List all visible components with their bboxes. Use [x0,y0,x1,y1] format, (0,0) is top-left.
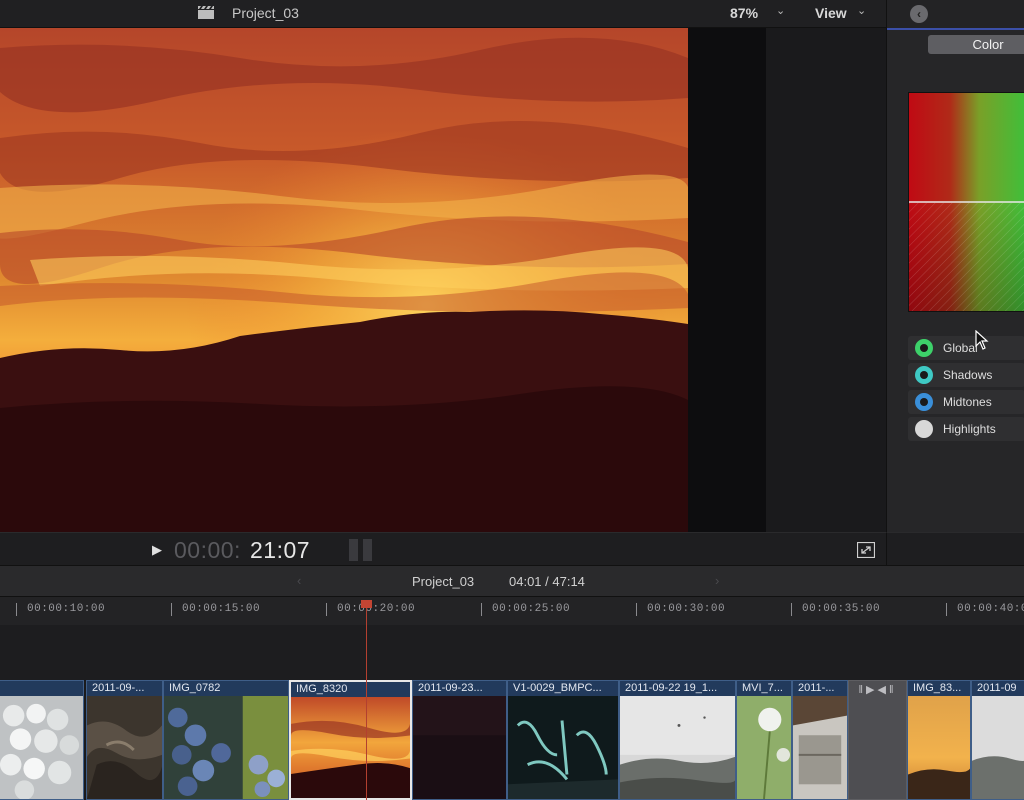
zoom-level[interactable]: 87% [730,5,758,21]
timeline-duration: 04:01 / 47:14 [509,574,585,589]
timecode-bars [349,539,375,561]
ruler-tick [946,603,947,616]
clip-label: IMG_8320 [296,683,348,695]
timeline-clip[interactable]: IMG_0782 [163,680,289,800]
timeline-clip[interactable]: 2011-09-22 19_1... [619,680,736,800]
transition-icon: ‖▶◀‖ [858,684,897,696]
viewer [0,28,886,532]
timeline-clip[interactable]: V1-0029_BMPC... [507,680,619,800]
clip-thumbnail [908,696,970,799]
clip-thumbnail [164,696,288,799]
gap-clip[interactable]: ‖▶◀‖ [848,680,907,800]
tone-label: Highlights [943,422,996,436]
timeline-clip[interactable]: 2011-09-... [86,680,163,800]
ruler-label: 00:00:30:00 [647,603,726,615]
toolbar: Project_03 87% ⌄ View ⌄ [0,0,1024,28]
clip-thumbnail [291,697,410,798]
back-icon[interactable]: ‹ [910,5,928,23]
previous-project-icon[interactable]: ‹ [297,573,301,588]
ruler-tick [16,603,17,616]
ruler-tick [326,603,327,616]
tone-midtones[interactable]: Midtones [908,390,1024,414]
tone-global[interactable]: Global [908,336,1024,360]
timeline-clip[interactable] [0,680,84,800]
clip-thumbnail [508,696,618,799]
clip-label: V1-0029_BMPC... [513,682,602,694]
ruler-tick [481,603,482,616]
clip-thumbnail [737,696,791,799]
clip-label: 2011-09 [977,682,1017,694]
clip-label: 2011-09-22 19_1... [625,682,718,694]
next-project-icon[interactable]: › [715,573,719,588]
timeline-ruler[interactable]: 00:00:10:00 00:00:15:00 00:00:20:00 00:0… [0,597,1024,625]
highlights-puck-icon[interactable] [915,420,933,438]
ruler-tick [171,603,172,616]
tab-color[interactable]: Color [928,35,1024,54]
ruler-label: 00:00:40:0 [957,603,1024,615]
transport-bar: ▶ 00:00: 21:07 [0,532,886,565]
mouse-cursor-icon [975,330,989,350]
tone-label: Global [943,341,978,355]
clip-thumbnail [620,696,735,799]
clip-thumbnail [793,696,847,799]
clip-thumbnail [0,696,83,799]
chevron-down-icon[interactable]: ⌄ [857,4,866,17]
color-board[interactable] [908,92,1024,312]
inspector-accent-line [887,28,1024,30]
clip-label: MVI_7... [742,682,783,694]
ruler-label: 00:00:35:00 [802,603,881,615]
view-menu-button[interactable]: View [815,5,847,21]
primary-storyline: 2011-09-... IMG_0782 IMG_8320 2011-09-23… [0,680,1024,800]
clapperboard-icon [198,6,214,19]
timeline-clip[interactable]: IMG_83... [907,680,971,800]
midtones-puck-icon[interactable] [915,393,933,411]
ruler-label: 00:00:10:00 [27,603,106,615]
clip-thumbnail [413,696,506,799]
timeline-clip[interactable]: 2011-... [792,680,848,800]
tone-label: Midtones [943,395,992,409]
inspector-header [886,0,1024,28]
ruler-tick [791,603,792,616]
letterbox [688,28,766,532]
ruler-label: 00:00:20:00 [337,603,416,615]
color-inspector: Color Global Shadows Midtones Highlights [886,28,1024,565]
clip-label: IMG_83... [913,682,962,694]
chevron-down-icon[interactable]: ⌄ [776,4,785,17]
timeline-track-area[interactable] [0,625,1024,680]
clip-label: 2011-... [798,682,835,694]
timecode-prefix: 00:00: [174,537,241,563]
playhead-handle[interactable] [361,600,372,608]
project-title: Project_03 [232,5,299,21]
timeline-clip-selected[interactable]: IMG_8320 [289,680,412,800]
timeline-clip[interactable]: 2011-09 [971,680,1024,800]
timeline-clip[interactable]: MVI_7... [736,680,792,800]
timecode-display[interactable]: 21:07 [250,537,310,564]
clip-thumbnail [87,696,162,799]
tone-highlights[interactable]: Highlights [908,417,1024,441]
tone-list: Global Shadows Midtones Highlights [908,336,1024,444]
fullscreen-icon[interactable] [857,542,875,558]
ruler-label: 00:00:15:00 [182,603,261,615]
ruler-tick [636,603,637,616]
clip-label: IMG_0782 [169,682,221,694]
ruler-label: 00:00:25:00 [492,603,571,615]
clip-label: 2011-09-... [92,682,145,694]
global-puck-icon[interactable] [915,339,933,357]
playhead[interactable] [366,600,367,800]
tone-shadows[interactable]: Shadows [908,363,1024,387]
video-preview [0,28,688,532]
shadows-puck-icon[interactable] [915,366,933,384]
tone-label: Shadows [943,368,993,382]
viewer-margin [766,28,886,532]
inspector-footer [886,532,1024,565]
clip-label: 2011-09-23... [418,682,483,694]
timeline-project-name: Project_03 [412,574,475,589]
timeline-clip[interactable]: 2011-09-23... [412,680,507,800]
timeline-header: ‹ Project_03 04:01 / 47:14 › [0,565,1024,597]
clip-thumbnail [972,696,1024,799]
play-icon[interactable]: ▶ [152,542,162,558]
